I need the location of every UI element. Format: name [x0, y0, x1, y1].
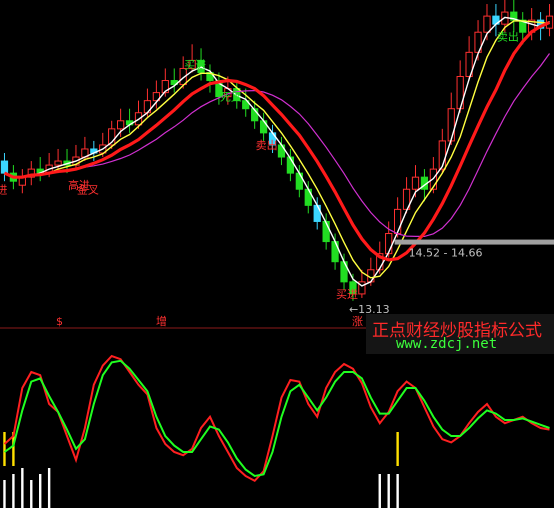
signal-bar — [378, 474, 381, 508]
indicator-line — [3, 354, 550, 483]
signal-bar — [3, 480, 6, 508]
price-range-band — [394, 239, 554, 245]
signal-bar-yellow — [3, 432, 6, 466]
brand-url: www.zdcj.net — [396, 336, 498, 352]
price-panel: 14.52 - 14.66←13.13进 高进金叉买进死叉卖出买进卖出 — [0, 0, 554, 316]
candle-body — [277, 144, 286, 158]
candle-body — [447, 108, 455, 142]
signal-bar — [12, 474, 15, 508]
scale-label-2: 增 — [156, 314, 167, 328]
brand-watermark: 正点财经炒股指标公式 www.zdcj.net — [366, 314, 554, 354]
signal-label: 卖出 — [256, 138, 278, 152]
candle-body — [304, 188, 312, 206]
candle-body — [313, 204, 321, 222]
signal-bar — [396, 474, 399, 508]
signal-label: 进 — [0, 183, 7, 196]
indicator-panel — [3, 354, 550, 508]
scale-label-3: 涨 — [352, 315, 363, 328]
price-range-label: 14.52 - 14.66 — [409, 247, 483, 260]
stock-chart: 14.52 - 14.66←13.13进 高进金叉买进死叉卖出买进卖出 $ 增 涨 — [0, 0, 554, 508]
scale-label-1: $ — [56, 315, 63, 328]
candle-body — [411, 176, 420, 190]
candle-body — [394, 208, 402, 235]
signal-label: 死叉 — [220, 91, 242, 104]
candle-body — [295, 172, 303, 190]
signal-bar — [30, 480, 33, 508]
signal-bar — [387, 474, 390, 508]
signal-label: 买进 — [336, 288, 358, 301]
signal-label: 买进 — [184, 58, 206, 71]
candle-body — [483, 15, 491, 33]
candle-body — [331, 241, 339, 263]
candle-body — [54, 160, 62, 166]
signal-bar — [47, 468, 51, 508]
candle-body — [117, 120, 125, 130]
signal-bar-yellow — [396, 432, 399, 466]
candle-body — [0, 160, 9, 174]
signal-label: 卖出 — [497, 29, 519, 43]
signal-bar — [39, 474, 42, 508]
signal-label: 金叉 — [77, 182, 99, 196]
signal-bar — [21, 468, 24, 508]
